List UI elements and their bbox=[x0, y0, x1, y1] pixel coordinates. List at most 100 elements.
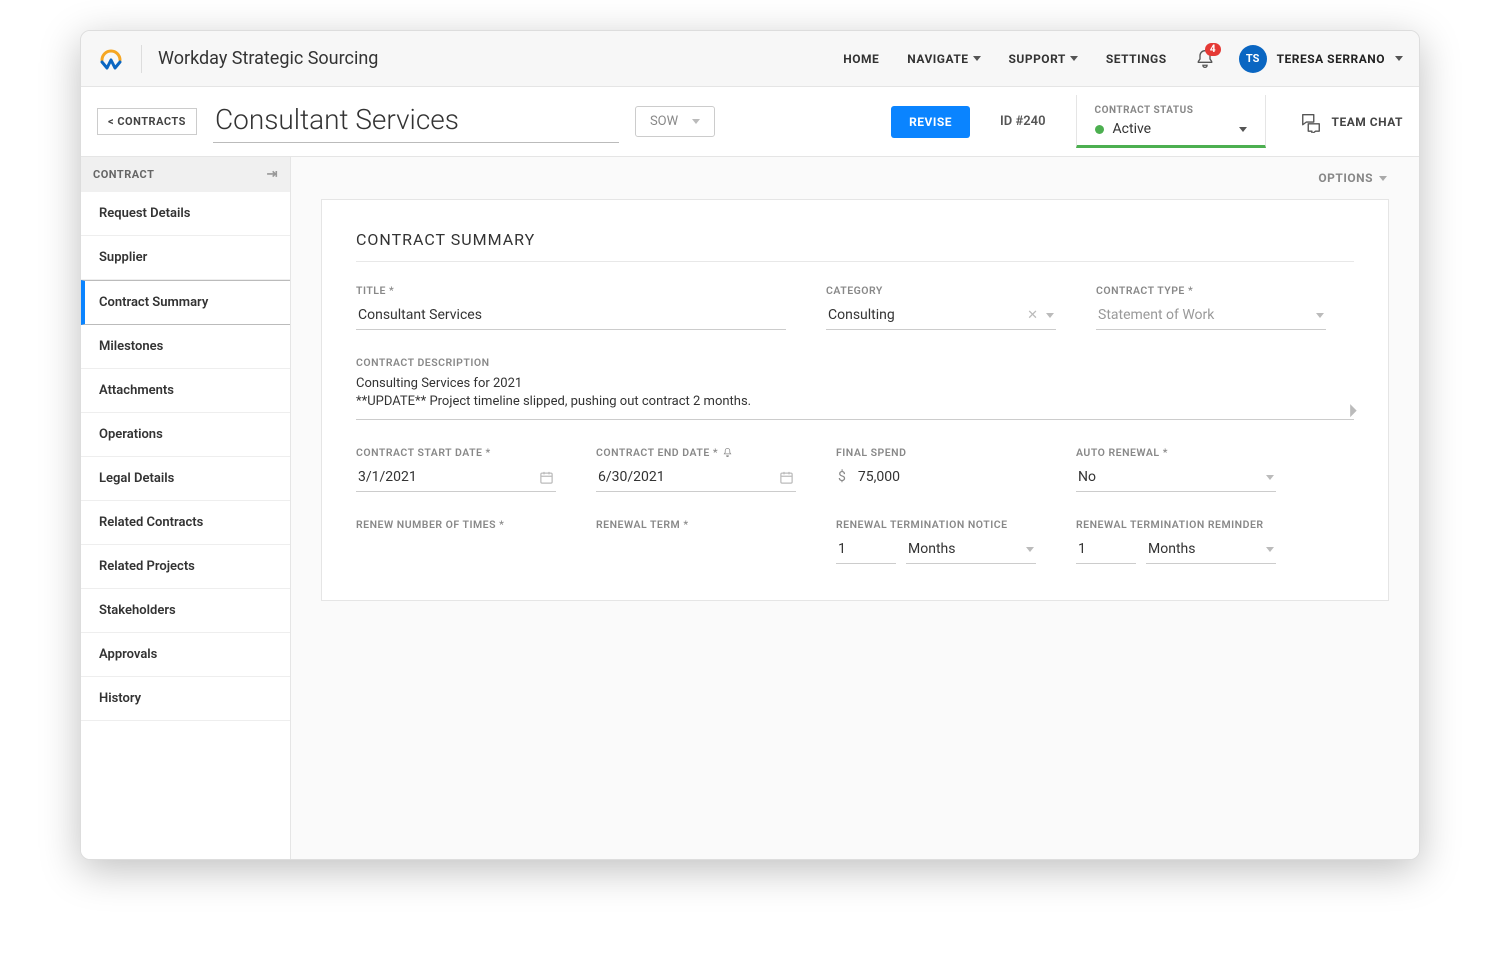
page-title[interactable]: Consultant Services bbox=[213, 101, 619, 143]
field-renewal-term: RENEWAL TERM * bbox=[596, 518, 796, 564]
renewal-reminder-unit: Months bbox=[1148, 541, 1195, 557]
chevron-down-icon bbox=[1395, 56, 1403, 61]
sidebar-item-operations[interactable]: Operations bbox=[81, 413, 290, 457]
sidebar-item-related-contracts[interactable]: Related Contracts bbox=[81, 501, 290, 545]
status-caption: CONTRACT STATUS bbox=[1095, 105, 1247, 116]
field-title: TITLE * Consultant Services bbox=[356, 284, 786, 330]
sidebar-item-contract-summary[interactable]: Contract Summary bbox=[81, 280, 290, 325]
sidebar-item-attachments[interactable]: Attachments bbox=[81, 369, 290, 413]
field-label: TITLE * bbox=[356, 284, 786, 297]
sub-header: < CONTRACTS Consultant Services SOW REVI… bbox=[81, 87, 1419, 157]
contract-status-dropdown[interactable]: CONTRACT STATUS Active bbox=[1076, 95, 1266, 148]
field-description: CONTRACT DESCRIPTION Consulting Services… bbox=[356, 356, 1354, 420]
user-menu[interactable]: TS TERESA SERRANO bbox=[1239, 45, 1403, 73]
status-dot-icon bbox=[1095, 125, 1104, 134]
nav-links: HOME NAVIGATE SUPPORT SETTINGS bbox=[843, 52, 1166, 66]
title-input[interactable]: Consultant Services bbox=[356, 303, 786, 330]
renewal-reminder-number-input[interactable]: 1 bbox=[1076, 537, 1136, 564]
sidebar-item-related-projects[interactable]: Related Projects bbox=[81, 545, 290, 589]
options-label: OPTIONS bbox=[1318, 171, 1373, 185]
end-date-value: 6/30/2021 bbox=[598, 469, 665, 485]
field-label: CONTRACT START DATE * bbox=[356, 446, 556, 459]
collapse-icon[interactable]: ⇥ bbox=[267, 167, 278, 182]
avatar: TS bbox=[1239, 45, 1267, 73]
field-label: RENEWAL TERM * bbox=[596, 518, 796, 531]
nav-navigate-label: NAVIGATE bbox=[907, 52, 968, 66]
team-chat-button[interactable]: TEAM CHAT bbox=[1300, 111, 1403, 133]
field-label: AUTO RENEWAL * bbox=[1076, 446, 1276, 459]
field-renewal-notice: RENEWAL TERMINATION NOTICE 1 Months bbox=[836, 518, 1036, 564]
field-renew-number: RENEW NUMBER OF TIMES * bbox=[356, 518, 556, 564]
renewal-notice-number-input[interactable]: 1 bbox=[836, 537, 896, 564]
contract-type-select[interactable]: Statement of Work bbox=[1096, 303, 1326, 330]
resize-handle-icon[interactable]: ◢ bbox=[1341, 402, 1357, 418]
nav-home[interactable]: HOME bbox=[843, 52, 879, 66]
contract-summary-card: CONTRACT SUMMARY TITLE * Consultant Serv… bbox=[321, 199, 1389, 601]
clear-icon[interactable]: ✕ bbox=[1027, 308, 1038, 323]
back-to-contracts-button[interactable]: < CONTRACTS bbox=[97, 108, 197, 135]
description-line: **UPDATE** Project timeline slipped, pus… bbox=[356, 393, 1354, 411]
field-category: CATEGORY Consulting ✕ bbox=[826, 284, 1056, 330]
sidebar-item-approvals[interactable]: Approvals bbox=[81, 633, 290, 677]
field-renewal-reminder: RENEWAL TERMINATION REMINDER 1 Months bbox=[1076, 518, 1276, 564]
sidebar-item-history[interactable]: History bbox=[81, 677, 290, 721]
field-start-date: CONTRACT START DATE * 3/1/2021 bbox=[356, 446, 556, 492]
body: CONTRACT ⇥ Request DetailsSupplierContra… bbox=[81, 157, 1419, 859]
nav-support[interactable]: SUPPORT bbox=[1009, 52, 1078, 66]
end-date-input[interactable]: 6/30/2021 bbox=[596, 465, 796, 492]
field-label: CONTRACT DESCRIPTION bbox=[356, 356, 1354, 369]
chevron-down-icon bbox=[1316, 313, 1324, 318]
sidebar-header: CONTRACT ⇥ bbox=[81, 157, 290, 192]
chevron-down-icon bbox=[973, 56, 981, 61]
calendar-icon[interactable] bbox=[539, 470, 554, 485]
renewal-notice-unit: Months bbox=[908, 541, 955, 557]
renewal-notice-unit-select[interactable]: Months bbox=[906, 537, 1036, 564]
auto-renewal-value: No bbox=[1078, 469, 1096, 485]
nav-support-label: SUPPORT bbox=[1009, 52, 1066, 66]
auto-renewal-select[interactable]: No bbox=[1076, 465, 1276, 492]
chevron-down-icon bbox=[1239, 127, 1247, 132]
field-label: FINAL SPEND bbox=[836, 446, 1036, 459]
notifications-button[interactable]: 4 bbox=[1195, 49, 1215, 69]
sidebar-item-stakeholders[interactable]: Stakeholders bbox=[81, 589, 290, 633]
category-select[interactable]: Consulting ✕ bbox=[826, 303, 1056, 330]
renewal-notice-value: 1 bbox=[838, 541, 846, 557]
title-input-value: Consultant Services bbox=[358, 307, 482, 323]
sidebar-item-milestones[interactable]: Milestones bbox=[81, 325, 290, 369]
chevron-down-icon bbox=[1379, 176, 1387, 181]
end-date-label-text: CONTRACT END DATE * bbox=[596, 446, 718, 459]
sidebar-header-label: CONTRACT bbox=[93, 168, 154, 181]
renewal-reminder-value: 1 bbox=[1078, 541, 1086, 557]
nav-settings[interactable]: SETTINGS bbox=[1106, 52, 1167, 66]
status-value: Active bbox=[1113, 121, 1230, 137]
contract-type-select-value: SOW bbox=[650, 114, 678, 129]
nav-navigate[interactable]: NAVIGATE bbox=[907, 52, 980, 66]
chevron-down-icon bbox=[1266, 475, 1274, 480]
bell-small-icon bbox=[722, 447, 733, 458]
description-textarea[interactable]: Consulting Services for 2021 **UPDATE** … bbox=[356, 375, 1354, 420]
workday-logo-icon bbox=[97, 45, 125, 73]
field-final-spend: FINAL SPEND $ 75,000 bbox=[836, 446, 1036, 492]
contract-type-value: Statement of Work bbox=[1098, 307, 1214, 323]
sidebar-item-supplier[interactable]: Supplier bbox=[81, 236, 290, 280]
options-menu[interactable]: OPTIONS bbox=[1318, 171, 1387, 185]
description-line: Consulting Services for 2021 bbox=[356, 375, 1354, 393]
sidebar-item-request-details[interactable]: Request Details bbox=[81, 192, 290, 236]
start-date-input[interactable]: 3/1/2021 bbox=[356, 465, 556, 492]
sidebar-item-legal-details[interactable]: Legal Details bbox=[81, 457, 290, 501]
field-label: CATEGORY bbox=[826, 284, 1056, 297]
sidebar: CONTRACT ⇥ Request DetailsSupplierContra… bbox=[81, 157, 291, 859]
renewal-reminder-unit-select[interactable]: Months bbox=[1146, 537, 1276, 564]
calendar-icon[interactable] bbox=[779, 470, 794, 485]
brand-title: Workday Strategic Sourcing bbox=[158, 48, 378, 69]
user-name-label: TERESA SERRANO bbox=[1277, 52, 1385, 66]
content-area: OPTIONS CONTRACT SUMMARY TITLE * Consult… bbox=[291, 157, 1419, 859]
notification-badge: 4 bbox=[1205, 43, 1221, 56]
field-contract-type: CONTRACT TYPE * Statement of Work bbox=[1096, 284, 1326, 330]
contract-type-select[interactable]: SOW bbox=[635, 106, 715, 137]
currency-symbol: $ bbox=[838, 469, 846, 485]
app-window: Workday Strategic Sourcing HOME NAVIGATE… bbox=[80, 30, 1420, 860]
revise-button[interactable]: REVISE bbox=[891, 106, 970, 138]
chevron-down-icon bbox=[1026, 547, 1034, 552]
category-value: Consulting bbox=[828, 307, 895, 323]
